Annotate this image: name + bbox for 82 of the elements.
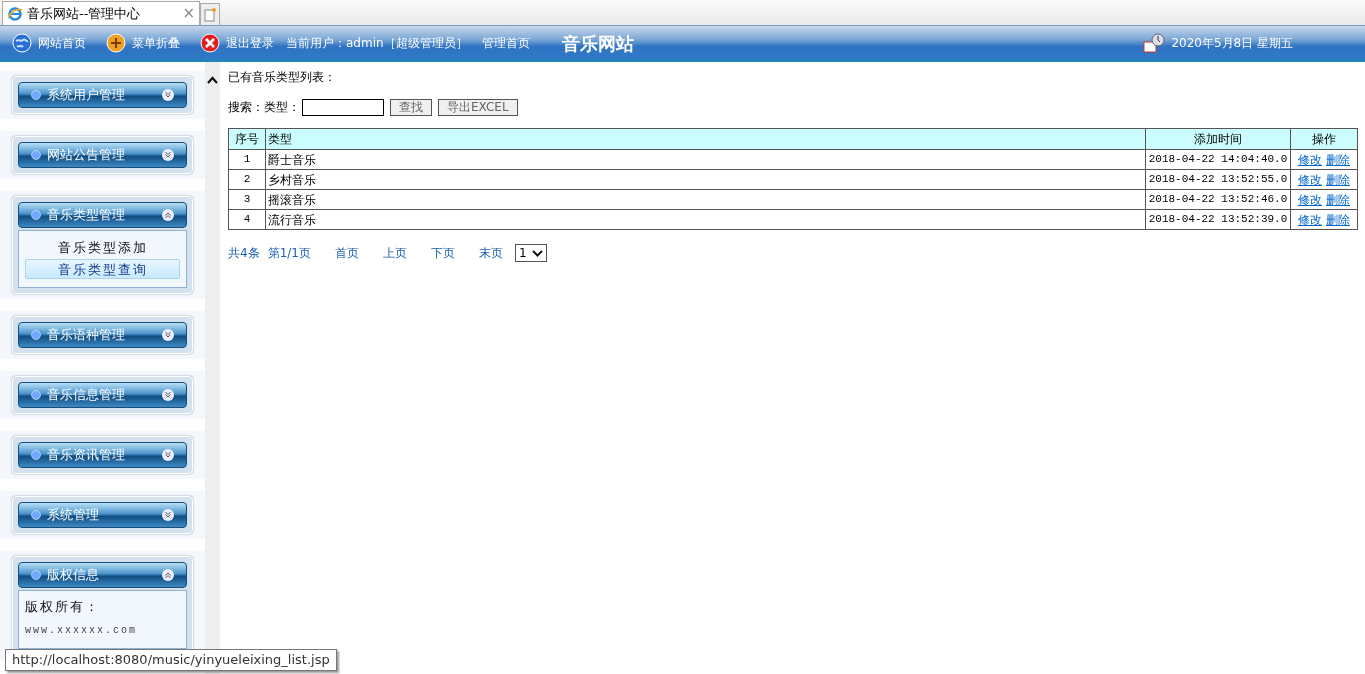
menu-header[interactable]: 音乐资讯管理 [18,442,187,468]
expand-icon [162,329,174,341]
pager-link[interactable]: 上页 [382,244,407,262]
pager-link[interactable]: 下页 [430,244,455,262]
bullet-icon [31,510,41,520]
bullet-icon [31,390,41,400]
plus-icon [106,33,126,53]
menu-header[interactable]: 版权信息 [18,562,187,588]
table-cell: 爵士音乐 [265,149,1146,170]
status-tooltip: http://localhost:8080/music/yinyueleixing_list.jsp [5,649,337,671]
collapse-icon [162,209,174,221]
table-cell: 2018-04-22 14:04:40.0 [1145,149,1291,170]
row-action-link[interactable]: 修改 [1298,152,1322,167]
total-count: 共4条 [228,245,260,262]
page-select[interactable]: 1 [514,244,547,262]
bullet-icon [31,210,41,220]
row-action-link[interactable]: 修改 [1298,212,1322,227]
row-action-link[interactable]: 删除 [1326,152,1350,167]
column-header: 类型 [265,128,1146,150]
table-cell: 3 [228,189,266,210]
table-cell: 流行音乐 [265,209,1146,230]
column-header: 添加时间 [1145,128,1291,150]
bullet-icon [31,90,41,100]
toolbar-button[interactable]: 导出EXCEL [438,98,518,116]
row-action-link[interactable]: 修改 [1298,192,1322,207]
expand-icon [162,149,174,161]
menu-header[interactable]: 网站公告管理 [18,142,187,168]
calendar-clock-icon [1143,33,1166,53]
search-label: 搜索：类型： [228,99,300,116]
close-icon [200,33,220,53]
browser-tab[interactable]: 音乐网站--管理中心 × [2,1,200,25]
browser-logo-icon [7,5,23,22]
expand-icon [162,509,174,521]
column-header: 序号 [228,128,266,150]
admin-home-link[interactable]: 管理首页 [481,34,530,52]
dropdown-caret-icon [531,249,543,257]
row-action-link[interactable]: 删除 [1326,212,1350,227]
table-cell: 2018-04-22 13:52:55.0 [1145,169,1291,190]
copyright-text: www.xxxxxx.com [25,623,138,638]
toolbar-link[interactable]: 退出登录 [200,33,274,53]
menu-header[interactable]: 音乐信息管理 [18,382,187,408]
toolbar-link[interactable]: 菜单折叠 [106,33,180,53]
tab-title: 音乐网站--管理中心 [27,4,142,23]
table-cell: 乡村音乐 [265,169,1146,190]
expand-icon [162,449,174,461]
expand-icon [162,389,174,401]
page-indicator: 第1/1页 [267,245,311,262]
collapse-up-icon[interactable] [207,76,218,84]
search-field[interactable] [302,98,384,116]
bullet-icon [31,570,41,580]
list-heading: 已有音乐类型列表： [228,69,337,86]
table-cell: 4 [228,209,266,230]
row-action-link[interactable]: 删除 [1326,172,1350,187]
column-header: 操作 [1290,128,1358,150]
current-user: 当前用户：admin［超级管理员］ [286,35,468,52]
expand-icon [162,89,174,101]
pager-link[interactable]: 末页 [478,244,503,262]
tab-close-button[interactable]: × [182,2,195,25]
table-cell: 2018-04-22 13:52:39.0 [1145,209,1291,230]
site-title: 音乐网站 [561,31,634,56]
new-tab-icon [204,7,216,22]
row-action-link[interactable]: 删除 [1326,192,1350,207]
toolbar-button[interactable]: 查找 [390,98,432,116]
menu-header[interactable]: 系统管理 [18,502,187,528]
menu-item[interactable]: 音乐类型添加 [25,237,180,257]
row-action-link[interactable]: 修改 [1298,172,1322,187]
menu-header[interactable]: 音乐类型管理 [18,202,187,228]
table-cell: 摇滚音乐 [265,189,1146,210]
table-cell: 2 [228,169,266,190]
table-cell: 2018-04-22 13:52:46.0 [1145,189,1291,210]
pager-link[interactable]: 首页 [334,244,359,262]
toolbar-link[interactable]: 网站首页 [12,33,86,53]
bullet-icon [31,150,41,160]
bullet-icon [31,330,41,340]
collapse-icon [162,569,174,581]
copyright-text: 版权所有： [25,598,101,616]
date-text: 2020年5月8日 星期五 [1171,35,1293,52]
bullet-icon [31,450,41,460]
menu-header[interactable]: 音乐语种管理 [18,322,187,348]
menu-item[interactable]: 音乐类型查询 [25,259,180,279]
table-cell: 1 [228,149,266,170]
menu-header[interactable]: 系统用户管理 [18,82,187,108]
